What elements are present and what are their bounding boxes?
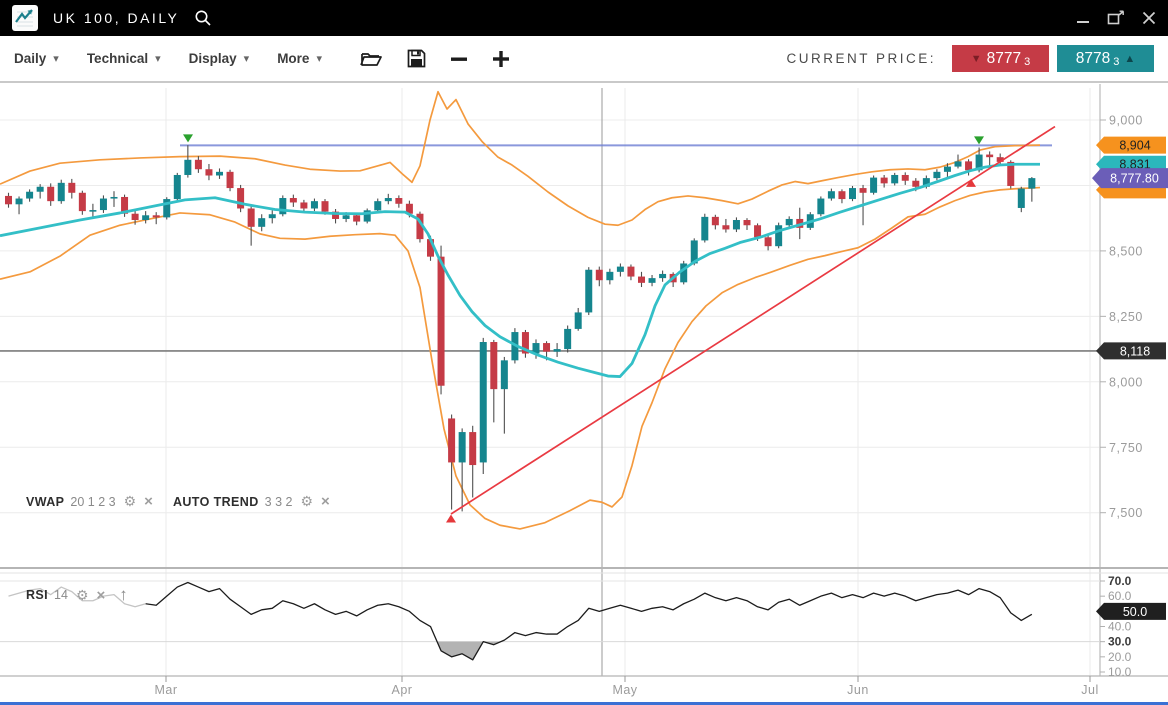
open-folder-icon[interactable] (360, 49, 383, 68)
zoom-in-icon[interactable] (492, 50, 510, 68)
svg-text:8,904: 8,904 (1119, 139, 1150, 153)
chevron-down-icon: ▾ (155, 52, 161, 65)
svg-text:8,118: 8,118 (1120, 344, 1150, 358)
menu-more-label: More (277, 51, 309, 66)
rsi-label: RSI (26, 588, 48, 602)
menu-technical-label: Technical (87, 51, 148, 66)
current-price-label: CURRENT PRICE: (786, 51, 936, 66)
arrow-up-icon: ▲ (1124, 53, 1135, 65)
title-bar: UK 100, DAILY (0, 0, 1168, 36)
close-icon[interactable]: × (97, 587, 106, 604)
svg-text:Mar: Mar (154, 683, 177, 697)
minimize-icon[interactable] (1076, 11, 1090, 25)
svg-text:8,000: 8,000 (1109, 375, 1143, 389)
svg-text:10.0: 10.0 (1108, 665, 1132, 679)
menu-technical[interactable]: Technical ▾ (87, 51, 161, 66)
arrow-down-icon: ▼ (971, 53, 982, 65)
chart-area: 9,000 8,500 8,250 8,000 7,750 7,500 70.060.0 40… (0, 84, 1168, 705)
app-logo-icon (12, 5, 38, 31)
auto-trend-label: AUTO TREND (173, 495, 259, 509)
svg-text:May: May (612, 683, 637, 697)
close-icon[interactable]: × (321, 493, 330, 510)
svg-text:70.0: 70.0 (1108, 574, 1132, 588)
svg-text:8,777.80: 8,777.80 (1110, 172, 1159, 186)
vwap-params: 20 1 2 3 (70, 495, 115, 509)
rsi-params: 14 (54, 588, 68, 602)
expand-panel-up-icon[interactable]: ↑ (119, 585, 128, 605)
menu-display-label: Display (189, 51, 237, 66)
indicator-legend-row: VWAP 20 1 2 3 ⚙ × AUTO TREND 3 3 2 ⚙ × (26, 493, 350, 510)
svg-text:8,250: 8,250 (1109, 310, 1143, 324)
svg-text:7,500: 7,500 (1109, 506, 1143, 520)
search-icon[interactable] (193, 8, 213, 28)
svg-text:30.0: 30.0 (1108, 635, 1132, 649)
chevron-down-icon: ▾ (316, 52, 322, 65)
svg-text:8,500: 8,500 (1109, 244, 1143, 258)
zoom-out-icon[interactable] (450, 50, 468, 68)
svg-text:50.0: 50.0 (1123, 605, 1147, 619)
save-icon[interactable] (407, 49, 426, 68)
menu-more[interactable]: More ▾ (277, 51, 322, 66)
close-icon[interactable]: × (144, 493, 153, 510)
buy-price-button[interactable]: 87783 ▲ (1057, 45, 1154, 72)
gear-icon[interactable]: ⚙ (300, 493, 313, 510)
chart-toolbar: Daily ▾ Technical ▾ Display ▾ More ▾ (0, 36, 1168, 83)
menu-display[interactable]: Display ▾ (189, 51, 250, 66)
auto-trend-legend: AUTO TREND 3 3 2 ⚙ × (173, 493, 330, 510)
chevron-down-icon: ▾ (244, 52, 250, 65)
close-icon[interactable] (1142, 11, 1156, 25)
chevron-down-icon: ▾ (53, 52, 59, 65)
svg-text:7,750: 7,750 (1109, 441, 1143, 455)
gear-icon[interactable]: ⚙ (124, 493, 137, 510)
svg-text:Apr: Apr (392, 683, 413, 697)
menu-timeframe[interactable]: Daily ▾ (14, 51, 59, 66)
menu-timeframe-label: Daily (14, 51, 46, 66)
svg-text:Jun: Jun (847, 683, 869, 697)
svg-text:Jul: Jul (1081, 683, 1098, 697)
gear-icon[interactable]: ⚙ (76, 587, 89, 604)
svg-text:20.0: 20.0 (1108, 650, 1132, 664)
rsi-legend-row: RSI 14 ⚙ × ↑ (26, 585, 128, 605)
sell-price-value: 8777 (987, 50, 1021, 68)
buy-price-value: 8778 (1076, 50, 1110, 68)
price-chart[interactable]: 9,000 8,500 8,250 8,000 7,750 7,500 70.060.0 40… (0, 84, 1168, 705)
vwap-label: VWAP (26, 495, 64, 509)
window-controls (1076, 10, 1156, 26)
auto-trend-params: 3 3 2 (265, 495, 293, 509)
svg-text:60.0: 60.0 (1108, 589, 1132, 603)
restore-window-icon[interactable] (1107, 10, 1125, 26)
chart-title: UK 100, DAILY (53, 10, 179, 26)
sell-price-button[interactable]: ▼ 87773 (952, 45, 1049, 72)
svg-text:9,000: 9,000 (1109, 114, 1143, 128)
vwap-legend: VWAP 20 1 2 3 ⚙ × (26, 493, 153, 510)
svg-text:40.0: 40.0 (1108, 620, 1132, 634)
